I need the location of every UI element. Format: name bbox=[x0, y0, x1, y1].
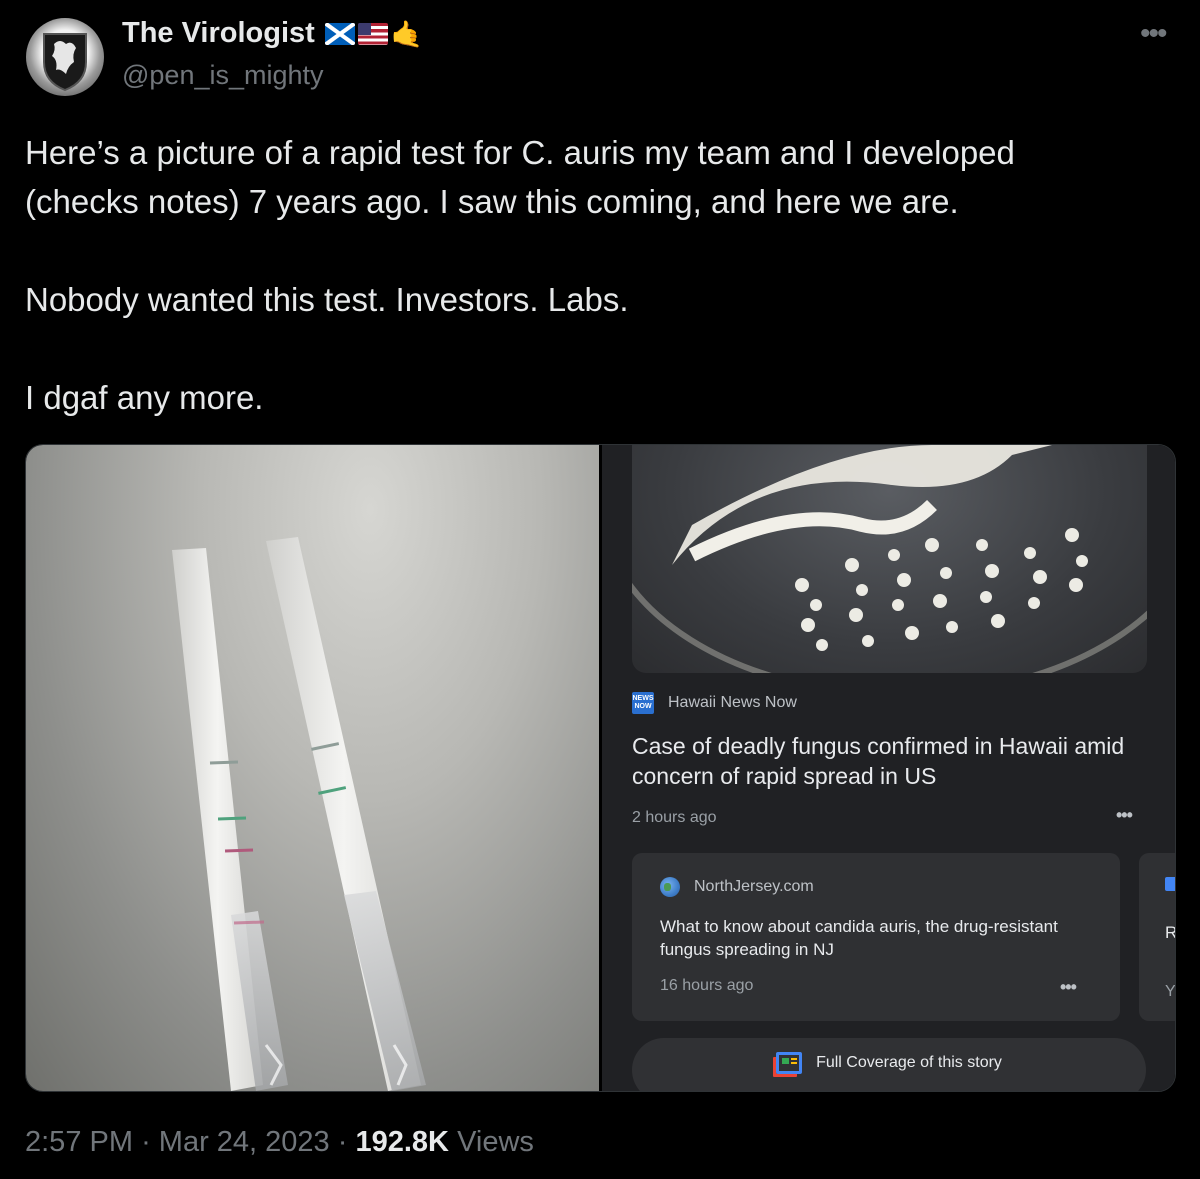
author-name-row[interactable]: The Virologist 🤙 bbox=[122, 17, 423, 50]
news-now-logo: NEWS NOW bbox=[632, 692, 654, 714]
tweet-text-line: (checks notes) 7 years ago. I saw this c… bbox=[25, 183, 959, 220]
news-more-options-icon: ••• bbox=[1116, 805, 1133, 825]
news-screenshot[interactable]: NEWS NOW Hawaii News Now Case of deadly … bbox=[602, 445, 1176, 1091]
tweet-text-line: I dgaf any more. bbox=[25, 379, 264, 416]
metadata-separator: · bbox=[141, 1126, 151, 1158]
petri-dish-image bbox=[632, 445, 1147, 673]
metadata-separator: · bbox=[337, 1126, 348, 1158]
next-article-card: R Y bbox=[1139, 853, 1176, 1021]
full-coverage-button: Full Coverage of this story bbox=[632, 1038, 1146, 1091]
scotland-flag-icon bbox=[324, 22, 355, 45]
heraldic-lion-icon bbox=[43, 33, 87, 92]
related-article-time: 16 hours ago bbox=[660, 977, 754, 994]
fungus-colonies-image bbox=[632, 445, 1147, 673]
author-handle[interactable]: @pen_is_mighty bbox=[122, 60, 324, 91]
tweet-text: Here’s a picture of a rapid test for C. … bbox=[25, 128, 1175, 422]
tweet-date[interactable]: Mar 24, 2023 bbox=[159, 1126, 330, 1158]
next-article-title-fragment: R bbox=[1165, 923, 1175, 943]
more-options-icon[interactable]: ••• bbox=[1140, 19, 1167, 49]
next-article-time-fragment: Y bbox=[1165, 983, 1176, 1000]
next-article-source-icon bbox=[1165, 877, 1175, 891]
globe-icon bbox=[660, 877, 680, 897]
related-article-card: NorthJersey.com What to know about candi… bbox=[632, 853, 1120, 1021]
author-avatar[interactable] bbox=[26, 18, 104, 96]
news-headline: Case of deadly fungus confirmed in Hawai… bbox=[632, 733, 1125, 789]
author-emoji-badges: 🤙 bbox=[324, 18, 424, 49]
related-article-source-row: NorthJersey.com bbox=[660, 877, 814, 897]
related-article-source: NorthJersey.com bbox=[694, 878, 814, 895]
author-name[interactable]: The Virologist bbox=[122, 17, 315, 50]
news-time-ago: 2 hours ago bbox=[632, 809, 717, 826]
news-source-name: Hawaii News Now bbox=[668, 694, 797, 711]
full-coverage-icon bbox=[776, 1052, 803, 1074]
call-me-hand-icon: 🤙 bbox=[390, 18, 424, 49]
views-count[interactable]: 192.8K bbox=[355, 1126, 449, 1158]
full-coverage-label: Full Coverage of this story bbox=[816, 1054, 1002, 1071]
tweet-media[interactable]: NEWS NOW Hawaii News Now Case of deadly … bbox=[25, 444, 1176, 1092]
us-flag-icon bbox=[357, 22, 388, 45]
tweet-text-line: Nobody wanted this test. Investors. Labs… bbox=[25, 281, 629, 318]
news-source-row: NEWS NOW Hawaii News Now bbox=[632, 692, 797, 714]
tweet-time[interactable]: 2:57 PM bbox=[25, 1126, 133, 1158]
tweet-metadata: 2:57 PM · Mar 24, 2023 · 192.8K Views bbox=[25, 1126, 534, 1159]
tweet-text-line: Here’s a picture of a rapid test for C. … bbox=[25, 134, 1015, 171]
rapid-test-strips-image bbox=[172, 537, 426, 1091]
related-article-more-icon: ••• bbox=[1060, 977, 1077, 997]
related-article-title: What to know about candida auris, the dr… bbox=[660, 917, 1058, 959]
rapid-test-photo[interactable] bbox=[26, 445, 599, 1091]
views-label[interactable]: Views bbox=[457, 1126, 534, 1158]
